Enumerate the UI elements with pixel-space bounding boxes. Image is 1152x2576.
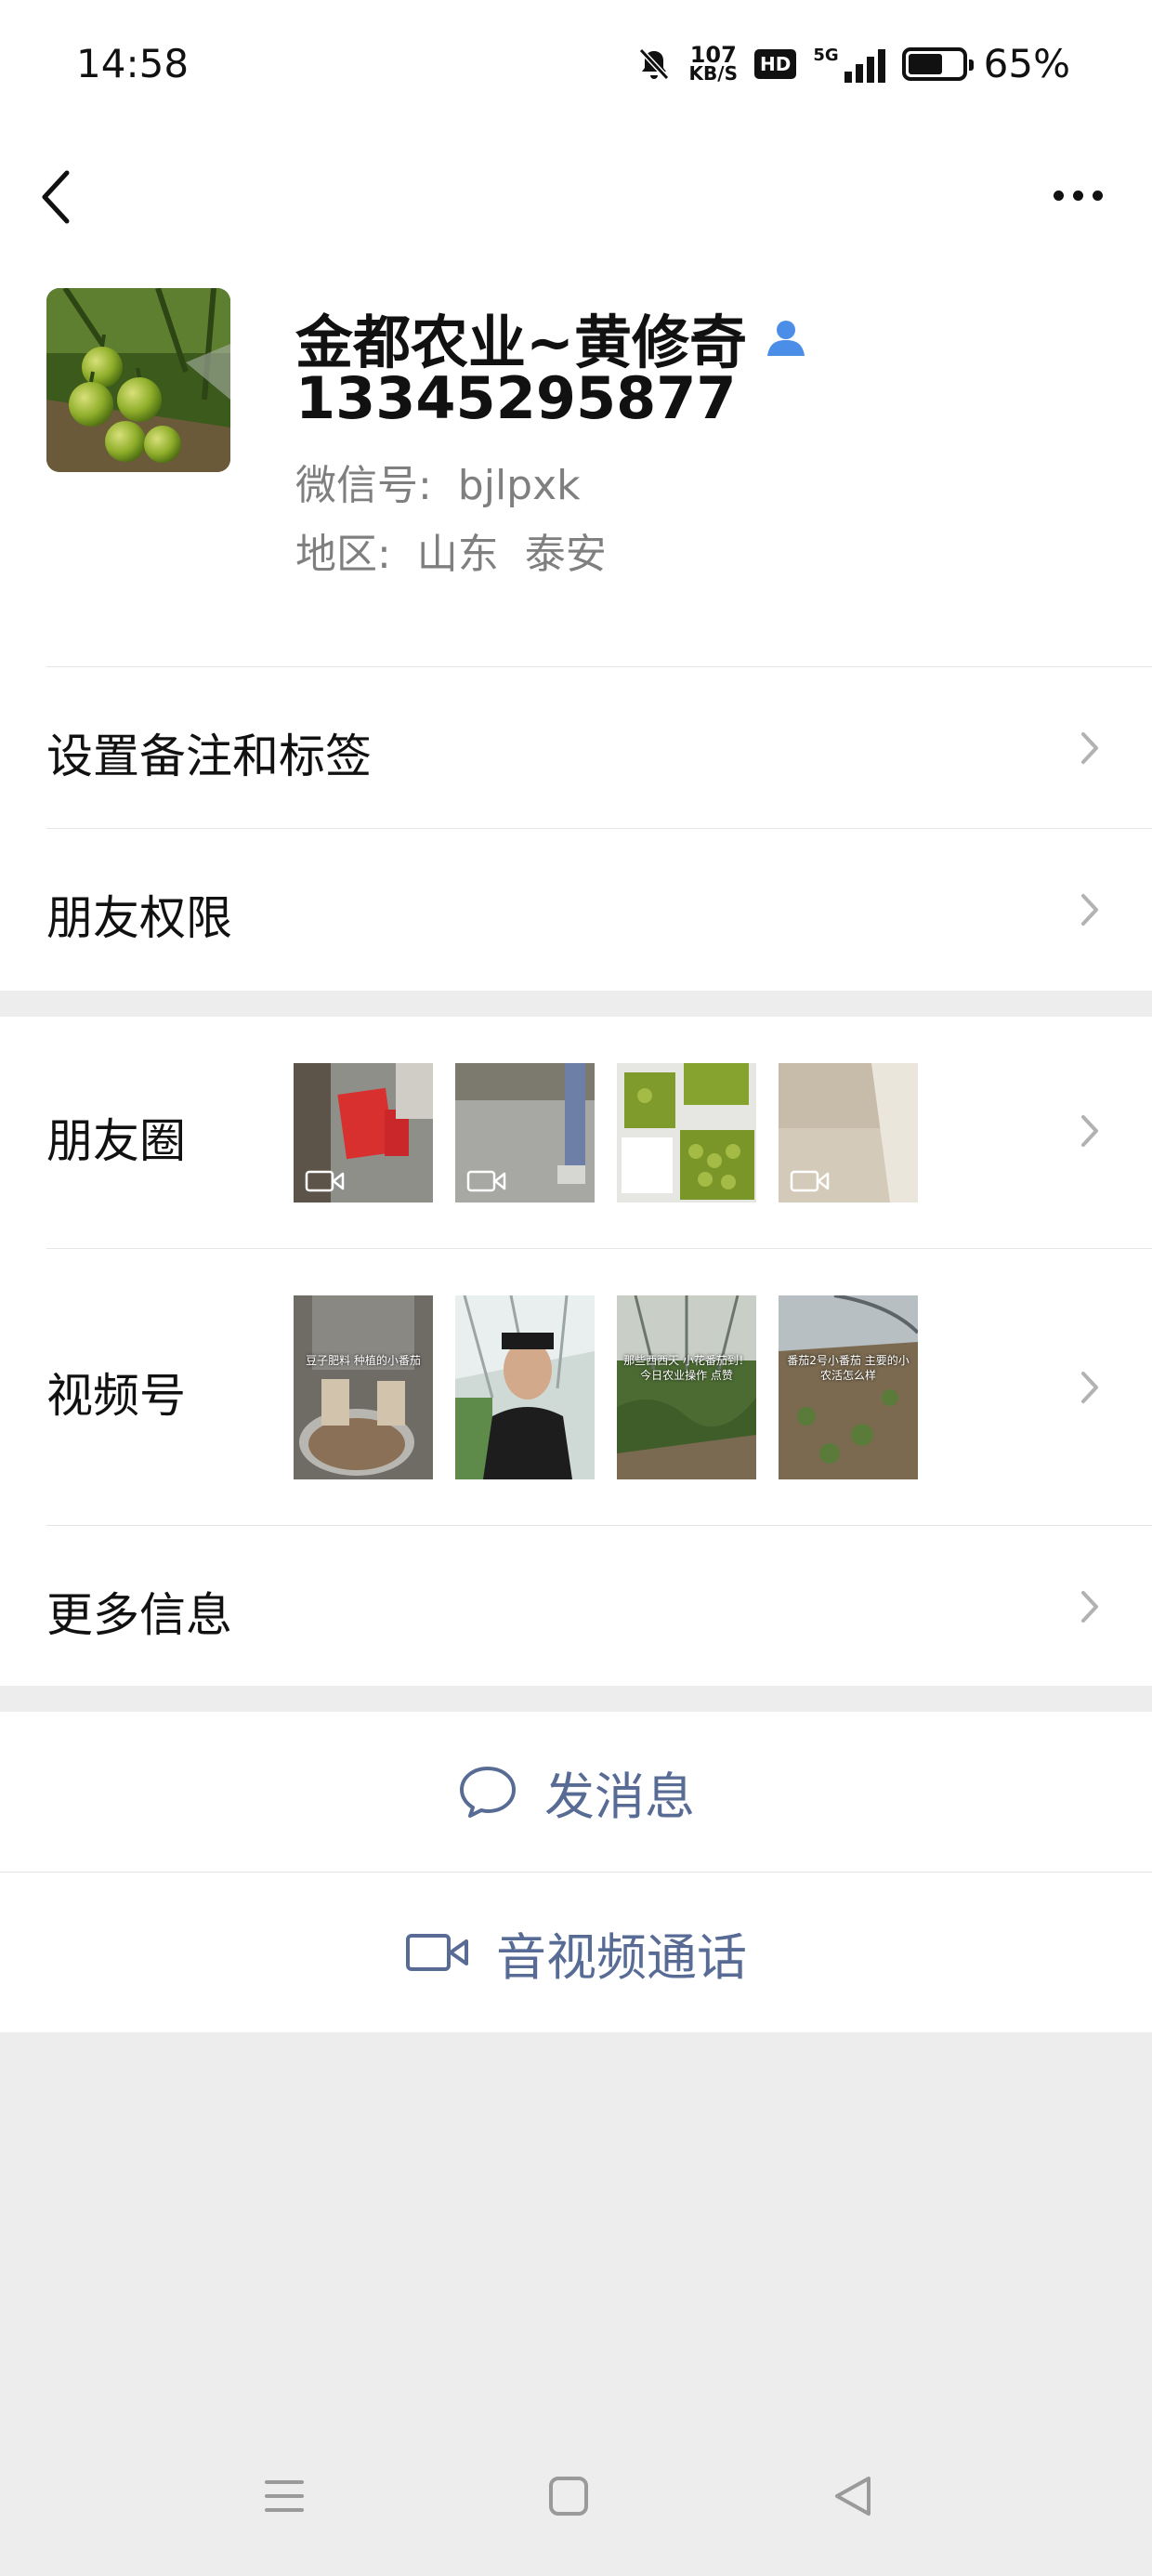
status-bar: 14:58 107 KB/S HD 5G 65%	[0, 0, 1152, 139]
network-type: 5G	[813, 45, 839, 65]
send-message-label: 发消息	[544, 1767, 695, 1826]
moments-thumbnail[interactable]	[294, 1063, 433, 1203]
back-triangle-icon	[835, 2477, 871, 2516]
menu-icon	[265, 2480, 304, 2512]
back-button[interactable]	[33, 139, 108, 251]
contact-phone: 13345295877	[295, 364, 737, 432]
chevron-right-icon	[1081, 732, 1098, 764]
remark-tags-cell[interactable]: 设置备注和标签	[0, 667, 1152, 829]
channels-caption: 豆子肥料 种植的小番茄	[306, 1354, 421, 1367]
channels-thumbnail[interactable]: 那些西西天 小花番茄到！ 今日农业操作 点赞	[617, 1295, 756, 1479]
battery-icon	[901, 46, 974, 81]
video-call-button[interactable]: 音视频通话	[0, 1873, 1152, 2032]
back-icon	[42, 170, 70, 224]
channels-thumbnail[interactable]: 豆子肥料 种植的小番茄	[294, 1295, 433, 1479]
more-info-cell[interactable]: 更多信息	[0, 1526, 1152, 1686]
more-info-label: 更多信息	[46, 1588, 232, 1642]
status-time: 14:58	[76, 41, 190, 86]
battery-percent: 65%	[983, 41, 1070, 86]
send-message-button[interactable]: 发消息	[0, 1712, 1152, 1872]
friend-permissions-cell[interactable]: 朋友权限	[0, 829, 1152, 991]
moments-thumbnail[interactable]	[617, 1063, 756, 1203]
avatar[interactable]	[46, 288, 230, 472]
channels-thumbnail[interactable]	[455, 1295, 595, 1479]
wechat-id: 微信号: bjlpxk	[295, 462, 581, 509]
home-button[interactable]	[513, 2416, 624, 2576]
hd-badge: HD	[753, 48, 797, 79]
moments-thumbnail[interactable]	[455, 1063, 595, 1203]
net-speed: 107 KB/S	[688, 41, 738, 85]
video-icon	[790, 1170, 830, 1192]
channels-thumbnails: 豆子肥料 种植的小番茄 那些西西天 小花番茄到！ 今日农业操作 点赞 番茄2号小…	[294, 1295, 918, 1479]
chevron-right-icon	[1081, 894, 1098, 926]
video-camera-icon	[406, 1934, 468, 1971]
moments-cell[interactable]: 朋友圈	[0, 1017, 1152, 1249]
system-nav-bar	[0, 2416, 1152, 2576]
signal-icon: 5G	[813, 45, 885, 83]
recent-apps-button[interactable]	[229, 2416, 340, 2576]
top-nav	[0, 139, 1152, 251]
friend-permissions-label: 朋友权限	[46, 891, 232, 945]
moments-thumbnail[interactable]	[779, 1063, 918, 1203]
more-button[interactable]	[1041, 158, 1115, 232]
channels-label: 视频号	[46, 1369, 186, 1423]
region: 地区: 山东 泰安	[295, 531, 607, 578]
channels-cell[interactable]: 视频号 豆子肥料 种植的小番茄 那些西西天 小花番茄到！ 今日农业操作 点赞 番…	[0, 1249, 1152, 1526]
verified-user-icon	[766, 321, 805, 356]
channels-caption: 番茄2号小番茄 主要的小农活怎么样	[787, 1354, 910, 1382]
moments-label: 朋友圈	[46, 1114, 186, 1168]
channels-thumbnail[interactable]: 番茄2号小番茄 主要的小农活怎么样	[779, 1295, 918, 1479]
net-speed-unit: KB/S	[688, 61, 738, 85]
moments-thumbnails	[294, 1063, 918, 1203]
remark-tags-label: 设置备注和标签	[46, 729, 372, 783]
chat-bubble-icon	[460, 1767, 516, 1818]
mute-bell-icon	[638, 47, 669, 80]
chevron-right-icon	[1081, 1591, 1098, 1623]
home-icon	[549, 2477, 588, 2516]
status-icons: 107 KB/S HD 5G 65%	[635, 41, 1070, 86]
profile-header: 金都农业~黄修奇 13345295877 微信号: bjlpxk 地区: 山东 …	[0, 251, 1152, 667]
nav-back-button[interactable]	[797, 2416, 909, 2576]
video-icon	[628, 1170, 668, 1192]
video-icon	[305, 1170, 345, 1192]
more-icon	[1053, 190, 1064, 201]
channels-caption: 那些西西天 小花番茄到！ 今日农业操作 点赞	[623, 1354, 750, 1382]
net-speed-value: 107	[689, 41, 737, 68]
chevron-right-icon	[1081, 1115, 1098, 1147]
battery-fill	[908, 53, 943, 74]
chevron-right-icon	[1081, 1372, 1098, 1403]
video-icon	[466, 1170, 506, 1192]
video-call-label: 音视频通话	[496, 1927, 747, 1987]
